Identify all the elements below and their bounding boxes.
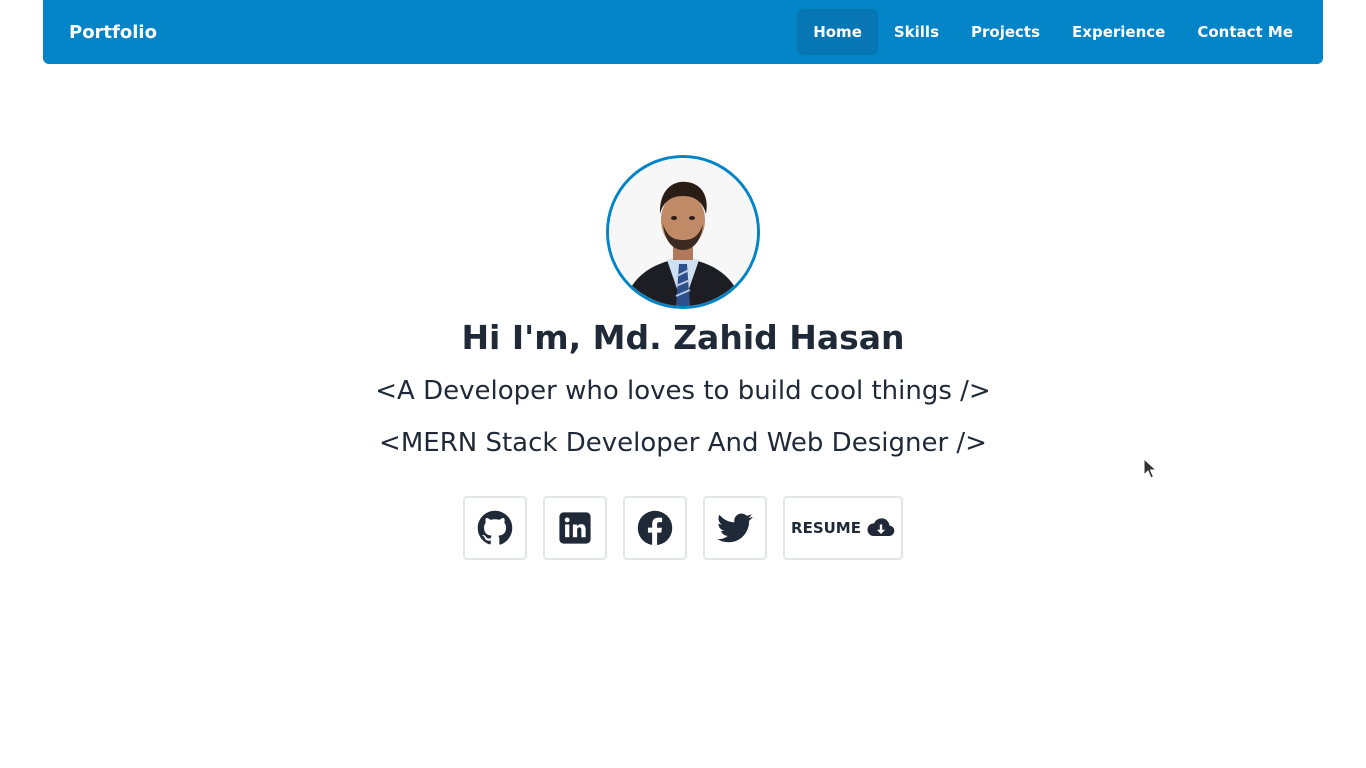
facebook-button[interactable] — [623, 496, 687, 560]
profile-photo — [609, 158, 757, 306]
hero-section: Hi I'm, Md. Zahid Hasan <A Developer who… — [0, 0, 1366, 768]
resume-label: RESUME — [791, 519, 861, 537]
linkedin-icon — [559, 512, 591, 544]
facebook-icon — [637, 510, 673, 546]
hero-tagline-secondary: <MERN Stack Developer And Web Designer /… — [379, 428, 987, 458]
hero-tagline-primary: <A Developer who loves to build cool thi… — [375, 376, 991, 406]
resume-download-button[interactable]: RESUME — [783, 496, 903, 560]
profile-avatar — [606, 155, 760, 309]
github-icon — [477, 510, 513, 545]
linkedin-button[interactable] — [543, 496, 607, 560]
hero-greeting: Hi I'm, Md. Zahid Hasan — [461, 318, 905, 357]
social-links: RESUME — [463, 496, 903, 560]
cloud-download-icon — [867, 518, 895, 537]
twitter-icon — [717, 513, 753, 543]
mouse-cursor-icon — [1143, 458, 1157, 479]
twitter-button[interactable] — [703, 496, 767, 560]
github-button[interactable] — [463, 496, 527, 560]
